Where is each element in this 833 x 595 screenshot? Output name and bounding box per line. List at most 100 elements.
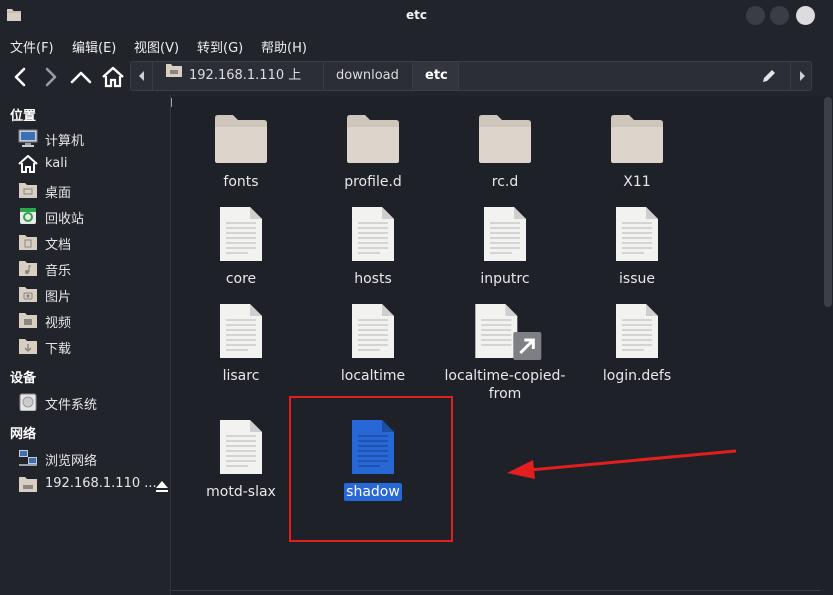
sidebar-heading-devices: 设备 xyxy=(10,371,37,386)
sidebar-item-label: 下载 xyxy=(45,342,72,357)
home-button[interactable] xyxy=(100,63,126,91)
sidebar-item-label: 文件系统 xyxy=(45,398,98,413)
scrollbar-thumb[interactable] xyxy=(824,97,832,307)
menu-bar: 文件(F) 编辑(E) 视图(V) 转到(G) 帮助(H) xyxy=(0,31,833,59)
file-item-profile-d[interactable]: profile.d xyxy=(307,108,439,198)
music-folder-icon xyxy=(18,259,38,277)
sidebar-item-pictures[interactable]: 图片 xyxy=(18,283,170,305)
sidebar-item-label: 回收站 xyxy=(45,212,85,227)
up-arrow-icon xyxy=(70,71,92,84)
videos-folder-icon xyxy=(18,311,38,329)
documents-folder-icon xyxy=(18,233,38,251)
forward-arrow-icon xyxy=(45,67,57,87)
divider xyxy=(172,590,820,591)
file-name: fonts xyxy=(223,174,259,190)
eject-icon[interactable] xyxy=(155,478,169,497)
file-item-inputrc[interactable]: inputrc xyxy=(439,205,571,295)
window-title: etc xyxy=(406,8,427,22)
path-crumb-etc[interactable]: etc xyxy=(413,62,459,90)
network-icon xyxy=(18,449,38,467)
sidebar-item-remote-host[interactable]: 192.168.1.110 ... xyxy=(18,473,170,495)
file-item-localtime-copied-from[interactable]: localtime-copied- from xyxy=(439,302,571,402)
file-name-line2: from xyxy=(488,386,522,402)
path-scroll-left-button[interactable] xyxy=(131,62,153,90)
maximize-button[interactable] xyxy=(770,6,789,25)
downloads-folder-icon xyxy=(18,337,38,355)
file-item-core[interactable]: core xyxy=(175,205,307,295)
file-item-login-defs[interactable]: login.defs xyxy=(571,302,703,402)
file-item-hosts[interactable]: hosts xyxy=(307,205,439,295)
minimize-button[interactable] xyxy=(746,6,765,25)
sidebar-item-music[interactable]: 音乐 xyxy=(18,257,170,279)
text-file-icon xyxy=(218,302,264,364)
sidebar-heading-network: 网络 xyxy=(10,427,37,442)
text-file-icon xyxy=(218,418,264,480)
sidebar-item-label: 视频 xyxy=(45,316,72,331)
file-item-rc-d[interactable]: rc.d xyxy=(439,108,571,198)
file-name: rc.d xyxy=(491,174,519,190)
folder-icon xyxy=(478,112,532,168)
sidebar-item-computer[interactable]: 计算机 xyxy=(18,127,170,149)
file-item-motd-slax[interactable]: motd-slax xyxy=(175,418,307,508)
forward-button[interactable] xyxy=(37,63,63,91)
sidebar-item-browse-network[interactable]: 浏览网络 xyxy=(18,447,170,469)
file-item-issue[interactable]: issue xyxy=(571,205,703,295)
menu-file[interactable]: 文件(F) xyxy=(10,37,54,56)
file-item-x11[interactable]: X11 xyxy=(571,108,703,198)
file-name: lisarc xyxy=(222,368,260,384)
desktop-folder-icon xyxy=(18,181,38,199)
path-crumb-root[interactable]: 192.168.1.110 上的 / xyxy=(154,60,324,111)
text-file-icon xyxy=(614,205,660,267)
text-file-icon xyxy=(350,302,396,364)
up-button[interactable] xyxy=(68,63,94,91)
text-file-icon xyxy=(218,205,264,267)
text-file-icon xyxy=(473,302,545,366)
file-name: motd-slax xyxy=(206,484,276,500)
path-bar: 192.168.1.110 上的 / download etc xyxy=(130,60,812,111)
pictures-folder-icon xyxy=(18,285,38,303)
triangle-left-icon xyxy=(139,71,144,81)
sidebar-item-label: kali xyxy=(45,156,68,171)
file-name: inputrc xyxy=(480,271,530,287)
path-scroll-right-button[interactable] xyxy=(790,61,812,91)
file-item-fonts[interactable]: fonts xyxy=(175,108,307,198)
sidebar-item-label: 音乐 xyxy=(45,264,72,279)
title-bar: etc xyxy=(0,0,833,31)
file-name: localtime-copied- from xyxy=(439,367,571,403)
folder-icon xyxy=(346,112,400,168)
sidebar-item-kali[interactable]: kali xyxy=(18,153,170,175)
home-icon xyxy=(102,66,124,88)
computer-icon xyxy=(18,129,38,147)
sidebar-item-label: 桌面 xyxy=(45,186,72,201)
triangle-right-icon xyxy=(800,71,805,81)
file-name: localtime xyxy=(340,368,406,384)
sidebar-item-videos[interactable]: 视频 xyxy=(18,309,170,331)
back-button[interactable] xyxy=(8,63,34,91)
menu-help[interactable]: 帮助(H) xyxy=(261,37,307,56)
menu-view[interactable]: 视图(V) xyxy=(134,37,179,56)
sidebar-item-desktop[interactable]: 桌面 xyxy=(18,179,170,201)
sidebar: 位置 计算机 kali 桌面 回收站 文档 音乐 图片 视频 下载 设备 文件系… xyxy=(0,96,171,595)
file-name-line1: localtime-copied- xyxy=(444,368,566,384)
toolbar: 192.168.1.110 上的 / download etc xyxy=(0,59,833,111)
sidebar-item-label: 浏览网络 xyxy=(45,454,98,469)
sidebar-item-documents[interactable]: 文档 xyxy=(18,231,170,253)
menu-go[interactable]: 转到(G) xyxy=(197,37,243,56)
file-name: issue xyxy=(619,271,655,287)
sidebar-item-downloads[interactable]: 下载 xyxy=(18,335,170,357)
file-item-localtime[interactable]: localtime xyxy=(307,302,439,402)
network-drive-icon xyxy=(166,60,182,88)
close-button[interactable] xyxy=(796,6,815,25)
scrollbar[interactable] xyxy=(820,96,833,595)
file-name: X11 xyxy=(623,174,651,190)
path-crumb-download[interactable]: download xyxy=(324,62,413,90)
folder-icon xyxy=(610,112,664,168)
sidebar-heading-places: 位置 xyxy=(10,109,37,124)
sidebar-item-label: 192.168.1.110 ... xyxy=(45,476,157,491)
sidebar-item-filesystem[interactable]: 文件系统 xyxy=(18,391,170,413)
sidebar-item-trash[interactable]: 回收站 xyxy=(18,205,170,227)
edit-path-button[interactable] xyxy=(761,68,777,88)
menu-edit[interactable]: 编辑(E) xyxy=(72,37,116,56)
sidebar-item-label: 计算机 xyxy=(45,134,85,149)
file-item-lisarc[interactable]: lisarc xyxy=(175,302,307,402)
